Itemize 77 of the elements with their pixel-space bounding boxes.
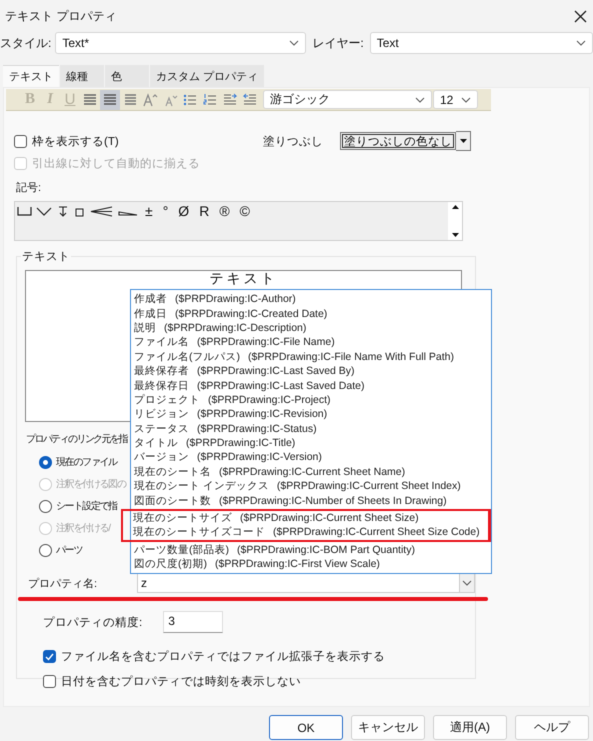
property-option[interactable]: 最終保存者 ($PRPDrawing:IC-Last Saved By) (133, 364, 491, 378)
dialog-button[interactable]: ヘルプ (515, 715, 589, 740)
preview-text: テキスト (210, 270, 278, 288)
radio-button[interactable] (39, 544, 52, 556)
dialog-button[interactable]: OK (269, 715, 343, 740)
property-option[interactable]: 現在のシート インデックス ($PRPDrawing:IC-Current Sheet Index) (133, 479, 491, 494)
property-option[interactable]: タイトル ($PRPDrawing:IC-Title) (133, 436, 491, 450)
property-option[interactable]: 現在のシートサイズコード ($PRPDrawing:IC-Current Sheet Size Code) (132, 525, 488, 540)
checkbox-label: ファイル名を含むプロパティではファイル拡張子を表示する (61, 649, 385, 664)
chevron-icon (461, 96, 471, 102)
window-title: テキスト プロパティ (5, 8, 116, 24)
property-name-label: プロパティ名: (28, 576, 98, 590)
radio-button[interactable] (39, 456, 52, 468)
checkbox-label: 日付を含むプロパティでは時刻を表示しない (61, 674, 301, 689)
radio-label: 注釈を付ける図の (56, 478, 126, 491)
dialog-button[interactable]: 適用(A) (433, 715, 507, 740)
symbol-glyph[interactable]: ± (145, 203, 153, 219)
symbol-glyph[interactable]: ® (219, 203, 230, 219)
chevron-icon (576, 40, 586, 46)
checkbox[interactable] (43, 650, 56, 663)
scroll-up-icon[interactable] (452, 205, 458, 209)
dialog-button[interactable]: キャンセル (351, 715, 425, 740)
radio-label: シート設定で指 (56, 500, 117, 513)
checkbox-label: 枠を表示する(T) (32, 134, 119, 148)
chevron-icon[interactable] (459, 574, 474, 592)
property-name-field[interactable]: z (137, 573, 475, 593)
property-option[interactable]: 図の尺度(初期) ($PRPDrawing:IC-First View Scale) (133, 557, 491, 572)
property-option[interactable]: ファイル名 ($PRPDrawing:IC-File Name) (133, 335, 491, 350)
chevron-icon (289, 40, 300, 46)
property-option[interactable]: 作成日 ($PRPDrawing:IC-Created Date) (133, 306, 491, 321)
symbol-glyph[interactable]: ° (162, 203, 168, 219)
font-dropdown[interactable]: 游ゴシック (263, 90, 432, 109)
scroll-down-icon[interactable] (452, 233, 458, 237)
property-option[interactable]: 最終保存日 ($PRPDrawing:IC-Last Saved Date) (133, 378, 491, 393)
property-option[interactable]: ファイル名(フルパス) ($PRPDrawing:IC-File Name With Full Path) (133, 350, 491, 364)
group-label: テキスト (21, 250, 71, 264)
radio-button[interactable] (39, 500, 52, 512)
property-option[interactable]: 作成者 ($PRPDrawing:IC-Author) (133, 292, 491, 306)
checkbox[interactable] (14, 134, 27, 148)
checkbox-label: 引出線に対して自動的に揃える (32, 156, 200, 171)
layer-label: レイヤー: (312, 34, 364, 52)
property-option[interactable]: 説明 ($PRPDrawing:IC-Description) (133, 320, 491, 336)
counterbore-icon[interactable] (17, 204, 32, 218)
close-icon[interactable] (574, 10, 587, 22)
property-option[interactable]: 現在のシートサイズ ($PRPDrawing:IC-Current Sheet Size) (132, 510, 488, 526)
font-size-dropdown[interactable]: 12 (433, 90, 478, 109)
fill-color-button[interactable]: 塗りつぶしの色なし (340, 132, 456, 150)
property-option[interactable]: 現在のシート名 ($PRPDrawing:IC-Current Sheet Name) (133, 464, 491, 480)
property-option[interactable]: プロジェクト ($PRPDrawing:IC-Project) (133, 392, 491, 408)
property-option[interactable]: リビジョン ($PRPDrawing:IC-Revision) (133, 407, 491, 422)
precision-label: プロパティの精度: (43, 615, 142, 630)
layer-dropdown[interactable]: Text (370, 32, 593, 54)
property-option[interactable]: パーツ数量(部品表) ($PRPDrawing:IC-BOM Part Quantity) (133, 542, 491, 558)
radio-label: 注釈を付ける/ (56, 522, 110, 535)
align-center-icon[interactable] (100, 90, 120, 110)
symbol-glyph[interactable]: Ø (178, 203, 190, 219)
radio-label: 現在のファイル (56, 456, 117, 469)
tab[interactable]: テキスト (3, 65, 59, 87)
symbols-label: 記号: (16, 181, 42, 195)
checkbox[interactable] (43, 675, 56, 688)
link-source-label: プロパティのリンク元を指 (26, 432, 127, 446)
property-option[interactable]: 図面のシート数 ($PRPDrawing:IC-Number of Sheets In Drawing) (133, 493, 491, 508)
tab[interactable]: 線種 (60, 65, 104, 87)
chevron-icon (415, 96, 425, 102)
symbol-glyph[interactable]: © (240, 203, 250, 219)
property-option[interactable]: バージョン ($PRPDrawing:IC-Version) (133, 450, 491, 465)
radio-label: パーツ (56, 544, 82, 557)
slope-icon[interactable] (90, 204, 114, 218)
tab[interactable]: 色 (105, 65, 149, 87)
style-label: スタイル: (0, 34, 52, 52)
symbol-glyph[interactable]: R (199, 203, 210, 219)
depth-icon[interactable] (56, 204, 70, 218)
tab[interactable]: カスタム プロパティ (150, 65, 264, 87)
style-dropdown[interactable]: Text* (55, 32, 306, 54)
precision-field[interactable]: 3 (163, 611, 224, 633)
fill-label: 塗りつぶし (263, 134, 323, 148)
property-option[interactable]: ステータス ($PRPDrawing:IC-Status) (133, 422, 491, 436)
